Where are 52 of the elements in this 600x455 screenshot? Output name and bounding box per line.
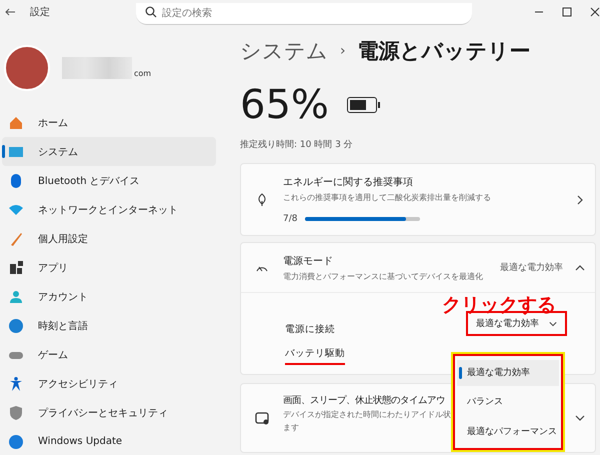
sidebar-item[interactable]: アカウント — [2, 282, 216, 311]
current-mode: 最適な電力効率 — [500, 262, 563, 274]
brush-icon — [8, 230, 24, 246]
sidebar-item[interactable]: ホーム — [2, 108, 216, 137]
dropdown-option[interactable]: バランス — [457, 388, 559, 415]
row-label: バッテリ駆動 — [285, 347, 345, 366]
accessibility-icon — [8, 376, 24, 392]
sidebar-item[interactable]: システム — [2, 137, 216, 166]
card-title: 電源モード — [283, 254, 334, 268]
dropdown-option[interactable]: 最適なパフォーマンス — [457, 418, 559, 444]
sidebar-item[interactable]: 個人用設定 — [2, 224, 216, 253]
back-arrow-icon[interactable] — [5, 8, 16, 16]
search-field[interactable]: 設定の検索 — [136, 3, 472, 25]
dropdown-option[interactable]: 最適な電力効率 — [457, 360, 559, 386]
blurred-email — [62, 57, 132, 79]
chevron-up-icon — [575, 262, 585, 272]
chevron-right-icon — [575, 194, 585, 204]
card-subtitle: これらの推奨事項を適用して二酸化炭素排出量を削減する — [283, 192, 492, 203]
sidebar-item[interactable]: プライバシーとセキュリティ — [2, 398, 216, 427]
maximize-icon[interactable] — [562, 7, 572, 17]
screen-sleep-icon — [255, 411, 269, 425]
battery-icon — [346, 97, 377, 113]
sidebar-item[interactable]: アクセシビリティ — [2, 369, 216, 398]
energy-card[interactable]: エネルギーに関する推奨事項 これらの推奨事項を適用して二酸化炭素排出量を削減する 7/8 — [240, 163, 596, 236]
breadcrumb-separator: › — [340, 43, 346, 59]
window-title: 設定 — [30, 6, 51, 19]
power-mode-header[interactable]: 電源モード 電力消費とパフォーマンスに基づいてデバイスを最適化 最適な電力効率 — [241, 243, 595, 293]
row-label: 電源に接続 — [285, 323, 335, 336]
sidebar-item[interactable]: 時刻と言語 — [2, 311, 216, 340]
card-subtitle: 電力消費とパフォーマンスに基づいてデバイスを最適化 — [283, 270, 484, 282]
search-icon — [145, 6, 157, 18]
chevron-down-icon — [549, 320, 557, 328]
breadcrumb-link[interactable]: システム — [240, 37, 328, 65]
sidebar-item[interactable]: ネットワークとインターネット — [2, 195, 216, 224]
sidebar-item[interactable]: Windows Update — [2, 427, 216, 455]
person-icon — [8, 288, 24, 304]
chevron-down-icon — [575, 413, 585, 423]
sidebar-item[interactable]: アプリ — [2, 253, 216, 282]
shield-icon — [8, 404, 24, 420]
home-icon — [8, 114, 24, 130]
card-title: 画面、スリープ、休止状態のタイムアウ — [283, 394, 446, 406]
sidebar-item[interactable]: Bluetooth とデバイス — [2, 166, 216, 195]
avatar — [4, 45, 50, 91]
remaining-time: 推定残り時間: 10 時間 3 分 — [240, 138, 354, 151]
battery-percent: 65% — [240, 82, 329, 128]
progress-count: 7/8 — [283, 214, 298, 224]
apps-icon — [8, 260, 24, 276]
page-title: 電源とバッテリー — [358, 38, 531, 65]
card-title: エネルギーに関する推奨事項 — [283, 176, 414, 189]
close-icon[interactable] — [590, 7, 600, 17]
email-suffix: com — [134, 68, 152, 78]
sidebar-item[interactable]: ゲーム — [2, 340, 216, 369]
